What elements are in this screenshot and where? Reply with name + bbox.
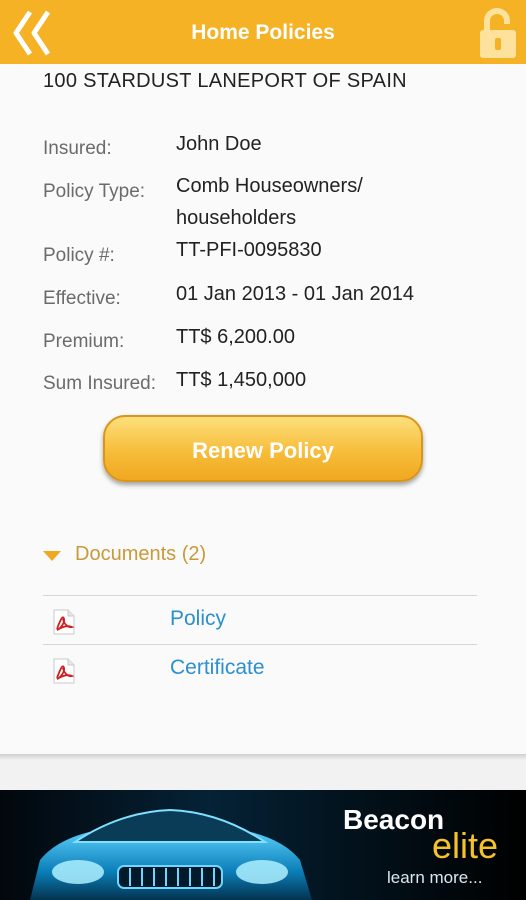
policy-type-value-line2: householders (176, 207, 297, 229)
ad-learn-more-link[interactable]: learn more... (387, 868, 482, 888)
renew-policy-button[interactable]: Renew Policy (103, 415, 423, 482)
top-bar: Home Policies (0, 0, 526, 64)
document-link-certificate[interactable]: Certificate (170, 656, 265, 680)
policy-address: 100 STARDUST LANEPORT OF SPAIN (43, 70, 407, 92)
policy-type-value: Comb Houseowners/ (176, 175, 363, 197)
ad-sub-text: elite (432, 825, 499, 866)
insured-label: Insured: (43, 138, 112, 159)
effective-label: Effective: (43, 288, 121, 309)
unlocked-padlock-icon (480, 8, 516, 58)
divider (43, 595, 477, 596)
divider (43, 644, 477, 645)
page-title: Home Policies (191, 21, 335, 44)
pdf-icon (53, 609, 75, 635)
ad-brand-text: Beacon (343, 804, 445, 835)
card-shadow (0, 754, 526, 760)
policy-number-label: Policy #: (43, 245, 115, 266)
effective-value: 01 Jan 2013 - 01 Jan 2014 (176, 283, 414, 305)
policy-number-value: TT-PFI-0095830 (176, 239, 322, 261)
triangle-down-icon (43, 551, 61, 561)
insured-value: John Doe (176, 133, 262, 155)
car-image (30, 808, 312, 900)
document-item-certificate[interactable]: Certificate (43, 646, 477, 694)
sum-insured-label: Sum Insured: (43, 373, 156, 394)
lock-button[interactable] (476, 8, 522, 60)
premium-label: Premium: (43, 331, 125, 352)
document-item-policy[interactable]: Policy (43, 597, 477, 645)
documents-title: Documents (2) (75, 543, 207, 565)
document-link-policy[interactable]: Policy (170, 607, 226, 631)
policy-type-label: Policy Type: (43, 181, 146, 202)
premium-value: TT$ 6,200.00 (176, 326, 295, 348)
pdf-icon (53, 658, 75, 684)
sum-insured-value: TT$ 1,450,000 (176, 369, 307, 391)
